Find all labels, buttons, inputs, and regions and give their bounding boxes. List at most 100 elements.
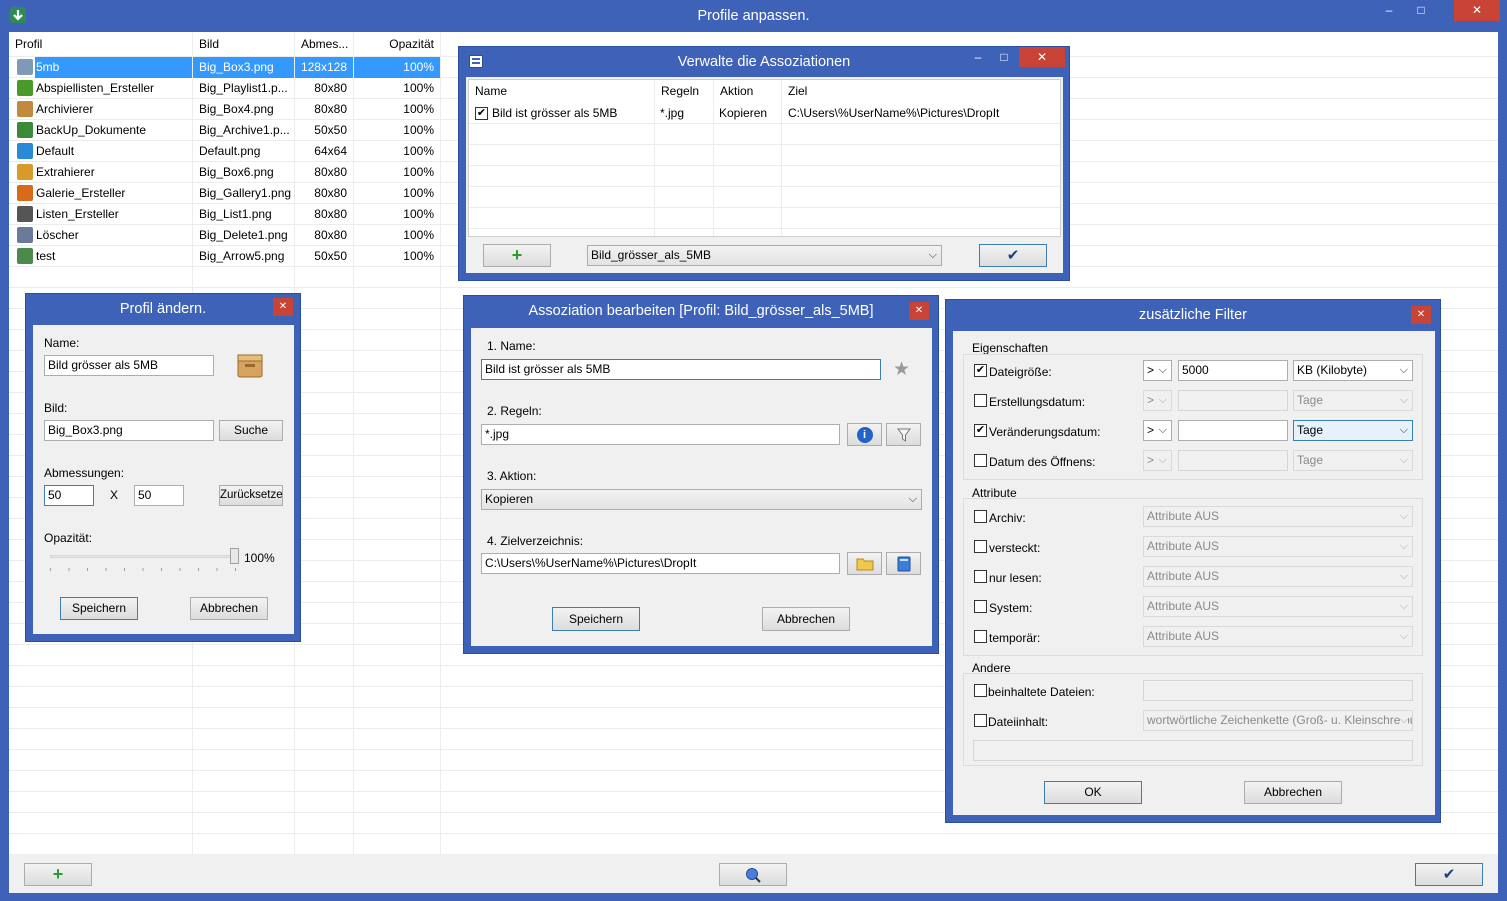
- opacity-slider[interactable]: [50, 548, 240, 574]
- reset-button[interactable]: Zurücksetzen: [219, 485, 283, 506]
- profile-select[interactable]: Bild_grösser_als_5MB ⌵: [587, 245, 942, 266]
- attribute-select[interactable]: Attribute AUS ⌵: [1143, 506, 1413, 527]
- filter-close-button[interactable]: ✕: [1411, 306, 1431, 324]
- filter-ok-button[interactable]: OK: [1044, 781, 1142, 804]
- table-row[interactable]: test Big_Arrow5.png 50x50 100%: [9, 246, 440, 267]
- assoc-name-label: 1. Name:: [487, 339, 536, 353]
- assoc-save-button[interactable]: Speichern: [552, 607, 640, 631]
- operator-select[interactable]: > ⌵: [1143, 390, 1172, 411]
- property-value-input[interactable]: [1178, 420, 1288, 441]
- property-value-input[interactable]: 5000: [1178, 360, 1288, 381]
- unit-select[interactable]: Tage ⌵: [1293, 420, 1413, 441]
- property-value-input[interactable]: [1178, 390, 1288, 411]
- profile-name-input[interactable]: Bild grösser als 5MB: [44, 355, 214, 376]
- profile-image: Big_Delete1.png: [199, 228, 288, 242]
- attribute-label: Archiv:: [989, 511, 1026, 525]
- checkmark-icon: ✔: [1006, 247, 1020, 264]
- contained-files-input[interactable]: [1143, 680, 1413, 701]
- width-input[interactable]: 50: [44, 485, 94, 506]
- assoc-cancel-button[interactable]: Abbrechen: [762, 607, 850, 631]
- unit-select[interactable]: KB (Kilobyte) ⌵: [1293, 360, 1413, 381]
- assoc-close-button[interactable]: ✕: [1019, 47, 1065, 67]
- table-row[interactable]: Löscher Big_Delete1.png 80x80 100%: [9, 225, 440, 246]
- profile-size: 80x80: [314, 228, 347, 242]
- table-row[interactable]: Abspiellisten_Ersteller Big_Playlist1.p..…: [9, 78, 440, 99]
- assoc-column-target[interactable]: Ziel: [782, 80, 1060, 102]
- assoc-column-rules[interactable]: Regeln: [655, 80, 713, 102]
- file-content-mode-select[interactable]: wortwörtliche Zeichenkette (Groß- u. Kle…: [1143, 710, 1413, 731]
- table-row[interactable]: Default Default.png 64x64 100%: [9, 141, 440, 162]
- attribute-checkbox[interactable]: [974, 600, 987, 613]
- profile-size: 64x64: [314, 144, 347, 158]
- filter-cancel-button[interactable]: Abbrechen: [1244, 781, 1342, 804]
- maximize-button[interactable]: □: [1408, 0, 1434, 21]
- association-checkbox[interactable]: ✔: [475, 107, 488, 120]
- association-row[interactable]: ✔ Bild ist grösser als 5MB *.jpg Kopiere…: [469, 103, 1060, 124]
- property-checkbox[interactable]: [974, 394, 987, 407]
- rules-filter-button[interactable]: [886, 423, 921, 446]
- rules-input[interactable]: *.jpg: [481, 424, 840, 445]
- profile-image: Big_Playlist1.p...: [199, 81, 288, 95]
- operator-select[interactable]: > ⌵: [1143, 360, 1172, 381]
- operator-select[interactable]: > ⌵: [1143, 420, 1172, 441]
- height-input[interactable]: 50: [134, 485, 184, 506]
- plus-icon: +: [52, 864, 64, 884]
- file-content-checkbox[interactable]: [974, 714, 987, 727]
- unit-select[interactable]: Tage ⌵: [1293, 450, 1413, 471]
- table-row[interactable]: Archivierer Big_Box4.png 80x80 100%: [9, 99, 440, 120]
- table-row[interactable]: Galerie_Ersteller Big_Gallery1.png 80x80 10…: [9, 183, 440, 204]
- attribute-select[interactable]: Attribute AUS ⌵: [1143, 536, 1413, 557]
- browse-folder-button[interactable]: [847, 552, 882, 575]
- table-row[interactable]: 5mb Big_Box3.png 128x128 100%: [9, 57, 440, 78]
- target-input[interactable]: C:\Users\%UserName%\Pictures\DropIt: [481, 553, 840, 574]
- column-header-image[interactable]: Bild: [193, 33, 294, 55]
- profile-save-button[interactable]: Speichern: [60, 597, 138, 620]
- confirm-button[interactable]: ✔: [1415, 863, 1483, 886]
- search-profile-button[interactable]: [719, 863, 787, 886]
- assoc-minimize-button[interactable]: –: [965, 47, 991, 68]
- action-select[interactable]: Kopieren ⌵: [481, 489, 922, 510]
- unit-select[interactable]: Tage ⌵: [1293, 390, 1413, 411]
- table-row[interactable]: BackUp_Dokumente Big_Archive1.p... 50x50 10…: [9, 120, 440, 141]
- assoc-name-input[interactable]: Bild ist grösser als 5MB: [481, 359, 881, 380]
- minimize-button[interactable]: –: [1376, 0, 1402, 21]
- contained-files-checkbox[interactable]: [974, 684, 987, 697]
- attribute-checkbox[interactable]: [974, 570, 987, 583]
- image-input[interactable]: Big_Box3.png: [44, 420, 214, 441]
- attribute-checkbox[interactable]: [974, 540, 987, 553]
- column-header-size[interactable]: Abmes...: [295, 33, 353, 55]
- property-checkbox[interactable]: [974, 454, 987, 467]
- property-checkbox[interactable]: ✔: [974, 424, 987, 437]
- file-content-input[interactable]: [973, 740, 1413, 761]
- globe-search-icon: [746, 868, 761, 883]
- assoc-column-name[interactable]: Name: [469, 80, 654, 102]
- property-label: Dateigröße:: [989, 365, 1052, 379]
- rules-info-button[interactable]: i: [847, 423, 882, 446]
- table-row[interactable]: Extrahierer Big_Box6.png 80x80 100%: [9, 162, 440, 183]
- assoc-maximize-button[interactable]: □: [991, 47, 1017, 68]
- operator-select[interactable]: > ⌵: [1143, 450, 1172, 471]
- add-profile-button[interactable]: +: [24, 863, 92, 886]
- table-row[interactable]: Listen_Ersteller Big_List1.png 80x80 100%: [9, 204, 440, 225]
- profile-cancel-button[interactable]: Abbrechen: [190, 597, 268, 620]
- search-image-button[interactable]: Suche: [219, 420, 283, 441]
- assoc-confirm-button[interactable]: ✔: [979, 244, 1047, 267]
- add-association-button[interactable]: +: [483, 244, 551, 267]
- checkmark-icon: ✔: [1442, 866, 1456, 883]
- attribute-select[interactable]: Attribute AUS ⌵: [1143, 596, 1413, 617]
- close-button[interactable]: ✕: [1454, 0, 1500, 21]
- property-value-input[interactable]: [1178, 450, 1288, 471]
- attribute-select[interactable]: Attribute AUS ⌵: [1143, 626, 1413, 647]
- association-edit-dialog: Assoziation bearbeiten [Profil: Bild_grö…: [463, 295, 939, 654]
- assoc-column-action[interactable]: Aktion: [714, 80, 781, 102]
- open-folder-button[interactable]: [886, 552, 921, 575]
- column-header-profile[interactable]: Profil: [9, 33, 192, 55]
- property-checkbox[interactable]: ✔: [974, 364, 987, 377]
- attribute-select[interactable]: Attribute AUS ⌵: [1143, 566, 1413, 587]
- association-edit-close-button[interactable]: ✕: [909, 302, 929, 320]
- attribute-checkbox[interactable]: [974, 630, 987, 643]
- archive-icon: [17, 122, 33, 138]
- attribute-checkbox[interactable]: [974, 510, 987, 523]
- profile-edit-close-button[interactable]: ✕: [273, 298, 293, 316]
- column-header-opacity[interactable]: Opazität: [354, 33, 440, 55]
